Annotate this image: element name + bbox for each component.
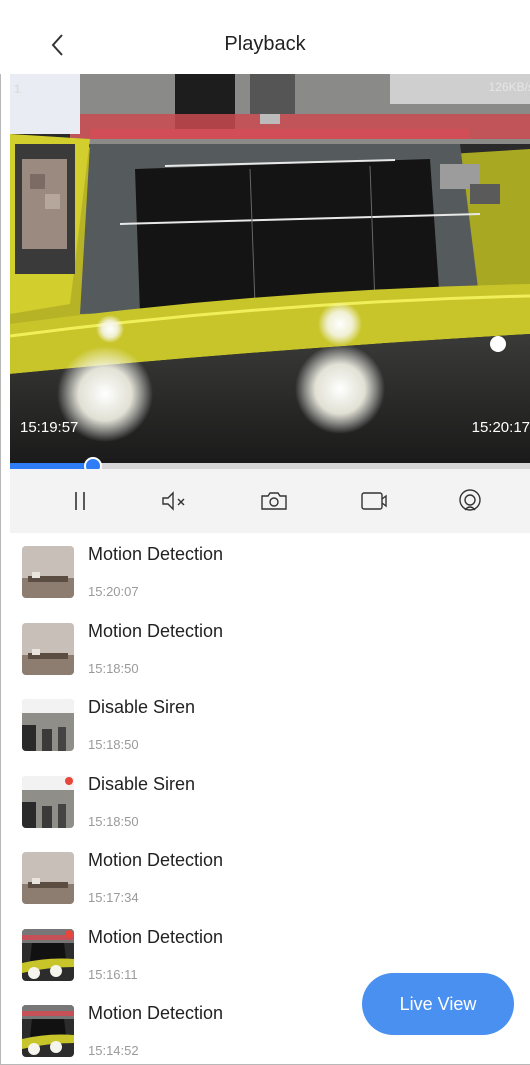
event-thumbnail <box>22 1005 74 1057</box>
pause-button[interactable] <box>64 485 96 517</box>
header-bar: Playback <box>0 0 530 74</box>
event-title: Motion Detection <box>88 1003 224 1023</box>
event-title: Motion Detection <box>88 620 224 641</box>
event-row[interactable]: Motion Detection 15:20:07 <box>10 535 530 611</box>
event-title: Motion Detection <box>88 850 224 870</box>
record-video-icon <box>361 492 387 510</box>
range-start-time: 15:19:57 <box>20 419 79 436</box>
bitrate-readout: 126KB/s <box>488 80 530 94</box>
snapshot-button[interactable] <box>258 485 290 517</box>
live-view-button[interactable]: Live View <box>362 973 514 1035</box>
unread-dot-icon <box>65 776 73 785</box>
cloud-view-button[interactable] <box>454 485 486 517</box>
record-button[interactable] <box>358 485 390 517</box>
pause-icon <box>75 492 85 510</box>
cloud-view-icon <box>459 489 481 511</box>
event-time: 15:14:52 <box>88 1043 139 1058</box>
video-player[interactable]: 1 126KB/s 15:19:57 15:20:17 <box>10 74 530 464</box>
event-time: 15:20:07 <box>88 584 139 599</box>
camera-icon <box>261 492 287 510</box>
event-thumbnail <box>22 699 74 751</box>
event-time: 15:18:50 <box>88 737 139 752</box>
unread-dot-icon <box>65 929 73 938</box>
event-row[interactable]: Motion Detection 15:17:34 <box>10 841 530 917</box>
event-time: 15:18:50 <box>88 660 139 676</box>
event-thumbnail <box>22 928 74 981</box>
event-time: 15:17:34 <box>88 890 139 905</box>
event-row[interactable]: Motion Detection 15:18:50 <box>10 612 530 688</box>
event-row[interactable]: Disable Siren 15:18:50 <box>10 765 530 841</box>
event-time: 15:16:11 <box>88 966 138 982</box>
event-title: Motion Detection <box>88 926 224 947</box>
event-thumbnail <box>22 622 74 675</box>
event-title: Motion Detection <box>88 544 224 564</box>
event-thumbnail <box>22 546 74 598</box>
page-title: Playback <box>224 33 306 55</box>
channel-label: 1 <box>14 82 21 96</box>
event-title: Disable Siren <box>88 697 196 717</box>
event-row[interactable]: Disable Siren 15:18:50 <box>10 688 530 764</box>
video-frame-image <box>10 74 530 464</box>
event-thumbnail <box>22 852 74 904</box>
mute-icon <box>162 491 185 511</box>
event-time: 15:18:50 <box>88 813 139 829</box>
event-thumbnail <box>22 775 74 828</box>
playback-toolbar <box>10 469 530 533</box>
range-end-time: 15:20:17 <box>471 419 530 436</box>
mute-button[interactable] <box>158 485 190 517</box>
event-title: Disable Siren <box>88 773 196 794</box>
